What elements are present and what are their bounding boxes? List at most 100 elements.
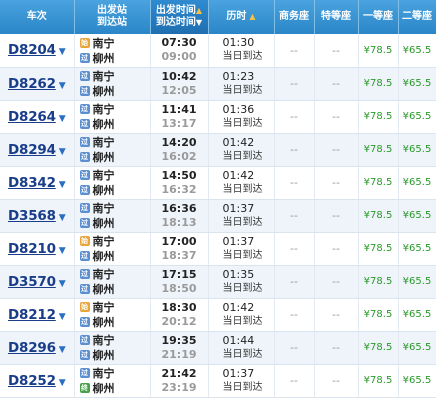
arrival-day-note: 当日到达 — [222, 150, 263, 162]
departure-station[interactable]: 南宁 — [93, 266, 115, 282]
special-seat: -- — [314, 364, 359, 398]
departure-station[interactable]: 南宁 — [93, 332, 115, 348]
sort-up-icon: ▲ — [195, 6, 203, 15]
train-cell: D8264 ▼ — [0, 100, 75, 134]
business-seat: -- — [274, 67, 315, 101]
station-badge-icon: 过 — [79, 137, 90, 147]
header-second[interactable]: 二等座 — [398, 0, 436, 34]
business-seat: -- — [274, 364, 315, 398]
time-cell: 19:35 21:19 — [150, 331, 209, 365]
train-number-link[interactable]: D8294 — [8, 142, 56, 158]
train-number-link[interactable]: D8252 — [8, 373, 56, 389]
train-number-link[interactable]: D8264 — [8, 109, 56, 125]
second-class-price: ¥65.5 — [398, 133, 436, 167]
arrival-time: 23:19 — [161, 380, 197, 394]
departure-station[interactable]: 南宁 — [93, 299, 115, 315]
first-class-price: ¥78.5 — [358, 265, 399, 299]
station-cell: 过南宁 过柳州 — [74, 166, 151, 200]
departure-station[interactable]: 南宁 — [93, 101, 115, 117]
station-badge-icon: 终 — [79, 383, 90, 393]
departure-station[interactable]: 南宁 — [93, 365, 115, 381]
header-time-bottom: 到达时间 — [155, 17, 196, 28]
station-badge-icon: 过 — [79, 317, 90, 327]
special-seat: -- — [314, 331, 359, 365]
train-number-link[interactable]: D8262 — [8, 76, 56, 92]
departure-station[interactable]: 南宁 — [93, 35, 115, 51]
arrival-station[interactable]: 柳州 — [93, 248, 115, 264]
second-class-price: ¥65.5 — [398, 232, 436, 266]
arrival-station[interactable]: 柳州 — [93, 380, 115, 396]
sort-up-icon: ▲ — [249, 12, 256, 21]
arrival-station[interactable]: 柳州 — [93, 83, 115, 99]
header-time[interactable]: 出发时间▲ 到达时间▼ — [150, 0, 209, 34]
departure-station[interactable]: 南宁 — [93, 167, 115, 183]
duration-cell: 01:37 当日到达 — [208, 199, 275, 233]
chevron-down-icon[interactable]: ▼ — [59, 345, 66, 355]
train-number-link[interactable]: D8204 — [8, 42, 56, 58]
time-cell: 10:42 12:05 — [150, 67, 209, 101]
duration-value: 01:36 — [222, 102, 255, 116]
train-number-link[interactable]: D3568 — [8, 208, 56, 224]
station-cell: 过南宁 过柳州 — [74, 331, 151, 365]
station-cell: 过南宁 过柳州 — [74, 100, 151, 134]
arrival-station[interactable]: 柳州 — [93, 116, 115, 132]
arrival-station[interactable]: 柳州 — [93, 50, 115, 66]
time-cell: 11:41 13:17 — [150, 100, 209, 134]
duration-value: 01:37 — [222, 234, 255, 248]
special-seat: -- — [314, 166, 359, 200]
header-train[interactable]: 车次 — [0, 0, 75, 34]
duration-value: 01:42 — [222, 300, 255, 314]
arrival-time: 16:32 — [161, 182, 197, 196]
arrival-day-note: 当日到达 — [222, 348, 263, 360]
arrival-station[interactable]: 柳州 — [93, 347, 115, 363]
chevron-down-icon[interactable]: ▼ — [59, 81, 66, 91]
arrival-station[interactable]: 柳州 — [93, 149, 115, 165]
arrival-station[interactable]: 柳州 — [93, 314, 115, 330]
time-cell: 21:42 23:19 — [150, 364, 209, 398]
departure-station[interactable]: 南宁 — [93, 68, 115, 84]
chevron-down-icon[interactable]: ▼ — [59, 213, 66, 223]
train-number-link[interactable]: D8296 — [8, 340, 56, 356]
chevron-down-icon[interactable]: ▼ — [59, 180, 66, 190]
arrival-day-note: 当日到达 — [222, 249, 263, 261]
station-badge-icon: 过 — [79, 368, 90, 378]
header-duration[interactable]: 历时 ▲ — [208, 0, 275, 34]
arrival-station[interactable]: 柳州 — [93, 215, 115, 231]
train-number-link[interactable]: D8342 — [8, 175, 56, 191]
table-row: D8204 ▼ 始南宁 过柳州 07:30 09:00 01:30 当日到达 --… — [0, 34, 436, 68]
station-cell: 过南宁 过柳州 — [74, 199, 151, 233]
chevron-down-icon[interactable]: ▼ — [59, 147, 66, 157]
duration-value: 01:37 — [222, 201, 255, 215]
arrival-station[interactable]: 柳州 — [93, 182, 115, 198]
chevron-down-icon[interactable]: ▼ — [59, 47, 66, 57]
first-class-price: ¥78.5 — [358, 331, 399, 365]
train-number-link[interactable]: D3570 — [8, 274, 56, 290]
header-business[interactable]: 商务座 — [274, 0, 315, 34]
train-number-link[interactable]: D8212 — [8, 307, 56, 323]
chevron-down-icon[interactable]: ▼ — [59, 312, 66, 322]
time-cell: 17:00 18:37 — [150, 232, 209, 266]
arrival-station[interactable]: 柳州 — [93, 281, 115, 297]
chevron-down-icon[interactable]: ▼ — [59, 378, 66, 388]
train-number-link[interactable]: D8210 — [8, 241, 56, 257]
header-first[interactable]: 一等座 — [358, 0, 399, 34]
station-badge-icon: 过 — [79, 218, 90, 228]
table-row: D3568 ▼ 过南宁 过柳州 16:36 18:13 01:37 当日到达 --… — [0, 199, 436, 233]
chevron-down-icon[interactable]: ▼ — [59, 246, 66, 256]
table-row: D3570 ▼ 过南宁 过柳州 17:15 18:50 01:35 当日到达 --… — [0, 265, 436, 299]
train-cell: D8294 ▼ — [0, 133, 75, 167]
time-cell: 07:30 09:00 — [150, 34, 209, 68]
table-row: D8212 ▼ 始南宁 过柳州 18:30 20:12 01:42 当日到达 --… — [0, 298, 436, 332]
chevron-down-icon[interactable]: ▼ — [59, 279, 66, 289]
departure-station[interactable]: 南宁 — [93, 200, 115, 216]
header-special[interactable]: 特等座 — [314, 0, 359, 34]
departure-station[interactable]: 南宁 — [93, 233, 115, 249]
departure-station[interactable]: 南宁 — [93, 134, 115, 150]
duration-cell: 01:35 当日到达 — [208, 265, 275, 299]
header-station[interactable]: 出发站 到达站 — [74, 0, 151, 34]
duration-cell: 01:44 当日到达 — [208, 331, 275, 365]
chevron-down-icon[interactable]: ▼ — [59, 114, 66, 124]
departure-time: 16:36 — [161, 201, 197, 215]
train-cell: D8204 ▼ — [0, 34, 75, 68]
special-seat: -- — [314, 298, 359, 332]
